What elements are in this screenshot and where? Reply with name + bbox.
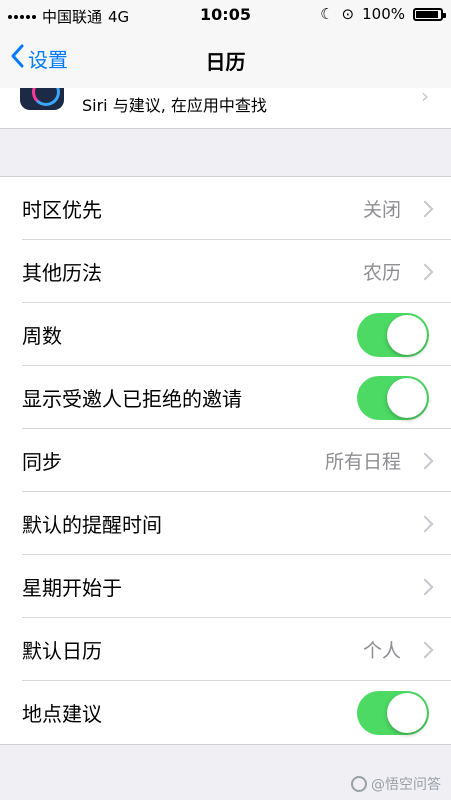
toggle-knob	[387, 314, 427, 355]
chevron-right-icon	[416, 263, 434, 280]
row-time-zone-override[interactable]: 时区优先 关闭	[0, 177, 451, 240]
rotation-lock-icon: ⊙	[341, 5, 355, 23]
battery-icon	[413, 7, 446, 21]
row-alternate-calendars[interactable]: 其他历法 农历	[0, 240, 451, 303]
settings-list: 时区优先 关闭 其他历法 农历 周数 显示受邀人已拒绝的邀请 同步 所有日程 默…	[0, 176, 451, 745]
siri-row-text: Siri 与建议, 在应用中查找	[82, 96, 267, 115]
moon-icon: ☾	[320, 5, 334, 23]
chevron-right-icon: ›	[421, 84, 429, 108]
row-label: 显示受邀人已拒绝的邀请	[22, 387, 242, 411]
row-label: 星期开始于	[22, 576, 122, 600]
location-suggestions-toggle[interactable]	[357, 690, 429, 735]
row-start-week-on[interactable]: 星期开始于	[0, 555, 451, 618]
status-right: ☾ ⊙ 100%	[320, 5, 446, 23]
row-label: 其他历法	[22, 261, 102, 285]
wukong-logo-icon	[351, 776, 367, 792]
row-value: 个人	[362, 640, 401, 662]
chevron-right-icon	[416, 578, 434, 595]
row-label: 同步	[22, 450, 62, 474]
show-declined-toggle[interactable]	[357, 375, 429, 420]
chevron-right-icon	[416, 515, 434, 532]
siri-icon	[20, 88, 64, 110]
row-label: 周数	[22, 324, 62, 348]
watermark: @悟空问答	[351, 774, 441, 794]
watermark-text: @悟空问答	[371, 777, 441, 793]
row-sync[interactable]: 同步 所有日程	[0, 429, 451, 492]
row-default-calendar[interactable]: 默认日历 个人	[0, 618, 451, 681]
toggle-knob	[387, 692, 427, 733]
row-label: 地点建议	[22, 702, 102, 726]
row-label: 默认日历	[22, 639, 102, 663]
page-title: 日历	[205, 50, 246, 74]
row-label: 时区优先	[22, 198, 102, 222]
chevron-right-icon	[416, 200, 434, 217]
row-show-declined: 显示受邀人已拒绝的邀请	[0, 366, 451, 429]
row-week-numbers: 周数	[0, 303, 451, 366]
battery-percent: 100%	[362, 5, 405, 23]
row-default-alert-times[interactable]: 默认的提醒时间	[0, 492, 451, 555]
chevron-right-icon	[416, 452, 434, 469]
row-value: 农历	[362, 262, 401, 284]
row-label: 默认的提醒时间	[22, 513, 162, 537]
row-location-suggestions: 地点建议	[0, 681, 451, 744]
toggle-knob	[387, 377, 427, 418]
chevron-right-icon	[416, 641, 434, 658]
row-value: 关闭	[362, 199, 401, 221]
siri-suggestions-row[interactable]: Siri 与建议, 在应用中查找 ›	[0, 84, 451, 129]
row-value: 所有日程	[324, 451, 401, 473]
week-numbers-toggle[interactable]	[357, 312, 429, 357]
status-bar: 中国联通 4G 10:05 ☾ ⊙ 100%	[0, 0, 451, 30]
nav-bar: 设置 日历	[0, 30, 451, 89]
